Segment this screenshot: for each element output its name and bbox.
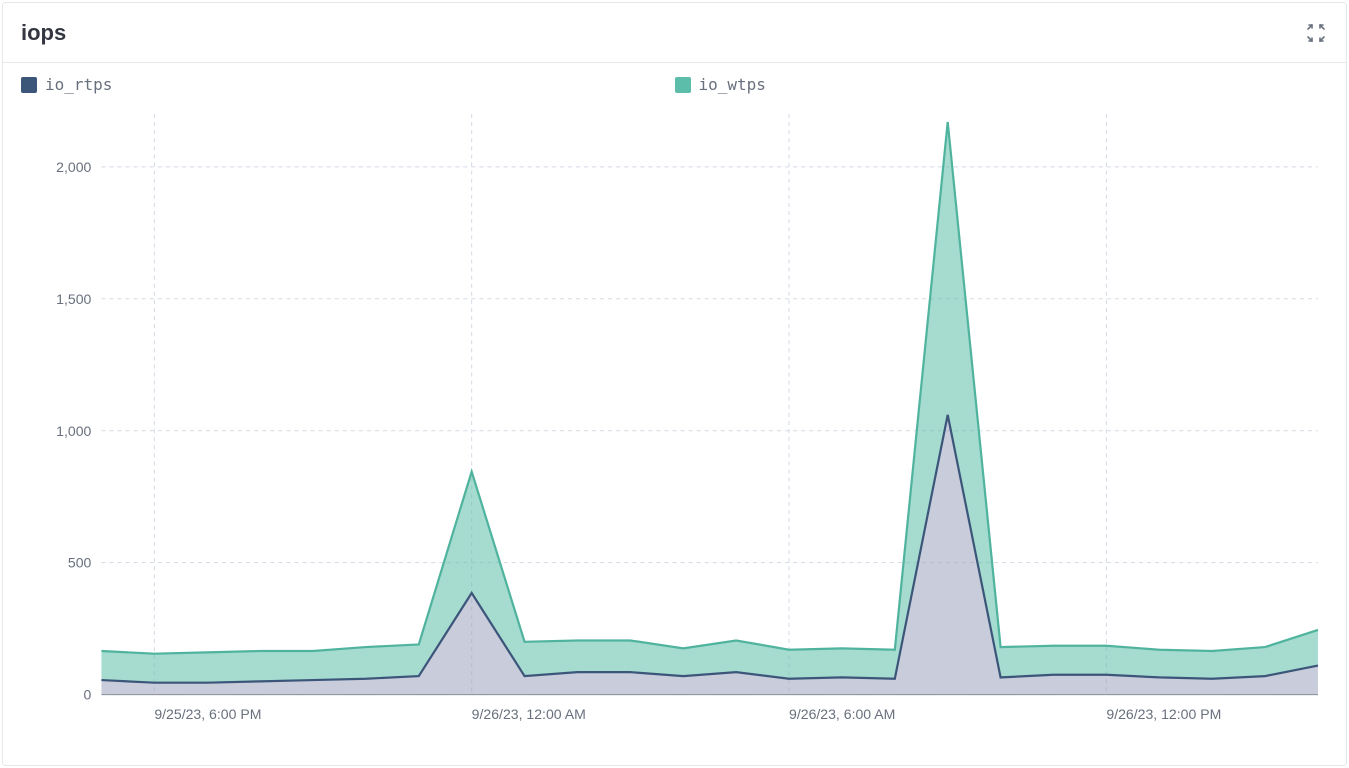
svg-text:2,000: 2,000 — [56, 159, 91, 175]
chart-x-ticks: 9/25/23, 6:00 PM 9/26/23, 12:00 AM 9/26/23… — [154, 706, 1221, 722]
chart-y-ticks: 0 500 1,000 1,500 2,000 — [56, 159, 91, 703]
svg-text:500: 500 — [68, 555, 92, 571]
legend-swatch — [21, 77, 37, 93]
collapse-button[interactable] — [1304, 21, 1328, 45]
chart-plot-area: 0 500 1,000 1,500 2,000 9/25/23, 6:00 PM 9/26… — [3, 100, 1346, 758]
panel-title: iops — [21, 20, 66, 46]
collapse-icon — [1306, 23, 1326, 43]
legend-item-io-rtps[interactable]: io_rtps — [21, 75, 675, 94]
legend-label: io_rtps — [45, 75, 112, 94]
chart-legend: io_rtps io_wtps — [3, 63, 1346, 100]
svg-text:9/26/23, 12:00 PM: 9/26/23, 12:00 PM — [1106, 706, 1221, 722]
legend-item-io-wtps[interactable]: io_wtps — [675, 75, 1329, 94]
chart-panel: iops io_rtps io_wtps — [2, 2, 1347, 766]
svg-text:9/26/23, 12:00 AM: 9/26/23, 12:00 AM — [472, 706, 586, 722]
svg-text:9/26/23, 6:00 AM: 9/26/23, 6:00 AM — [789, 706, 895, 722]
chart-areas — [101, 122, 1318, 695]
chart-grid — [101, 114, 1318, 694]
svg-text:1,500: 1,500 — [56, 291, 91, 307]
svg-text:1,000: 1,000 — [56, 423, 91, 439]
svg-text:9/25/23, 6:00 PM: 9/25/23, 6:00 PM — [154, 706, 261, 722]
chart-svg: 0 500 1,000 1,500 2,000 9/25/23, 6:00 PM 9/26… — [21, 104, 1328, 740]
legend-label: io_wtps — [699, 75, 766, 94]
chart-series-lines — [101, 122, 1318, 683]
panel-header: iops — [3, 3, 1346, 63]
svg-text:0: 0 — [84, 687, 92, 703]
legend-swatch — [675, 77, 691, 93]
